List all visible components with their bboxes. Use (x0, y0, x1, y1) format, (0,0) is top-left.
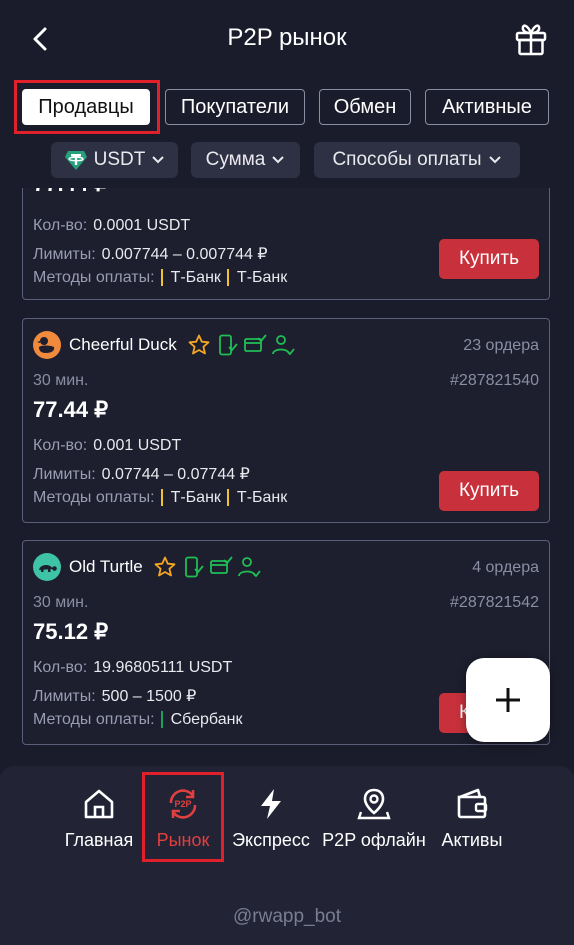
svg-text:P2P: P2P (174, 799, 191, 809)
seller-name: Cheerful Duck (69, 335, 177, 354)
seller-name: Old Turtle (69, 557, 143, 576)
limits-row: Лимиты: 0.07744 – 0.07744 ₽ (33, 466, 250, 483)
nav-p2p-offline[interactable]: P2P офлайн (319, 786, 429, 851)
qty-row: Кол-во: 0.001 USDT (33, 437, 182, 454)
buy-button[interactable]: Купить (439, 239, 539, 279)
nav-express[interactable]: Экспресс (216, 786, 326, 851)
order-id: #287821542 (450, 594, 539, 611)
lightning-icon (261, 789, 281, 819)
card-verified-icon (243, 334, 267, 352)
home-icon (84, 789, 114, 819)
chevron-down-icon (488, 156, 501, 164)
amount-filter[interactable]: Сумма (191, 142, 300, 178)
turtle-icon (39, 564, 57, 572)
tab-exchange[interactable]: Обмен (319, 89, 411, 125)
tab-active[interactable]: Активные (425, 89, 549, 125)
currency-filter-label: USDT (93, 149, 146, 170)
chevron-down-icon (152, 156, 165, 164)
page-title: P2P рынок (227, 24, 347, 51)
gift-icon[interactable] (512, 20, 550, 58)
methods-row: Методы оплаты: Т-Банк Т-Банк (33, 269, 288, 286)
nav-express-label: Экспресс (232, 830, 310, 850)
payment-filter[interactable]: Способы оплаты (314, 142, 520, 178)
order-count: 4 ордера (472, 559, 539, 576)
p2p-exchange-icon: P2P (169, 789, 197, 819)
methods-row: Методы оплаты: Т-Банк Т-Банк (33, 489, 288, 506)
amount-filter-label: Сумма (205, 149, 266, 170)
header: P2P рынок (0, 0, 574, 78)
nav-assets[interactable]: Активы (417, 786, 527, 851)
order-count: 23 ордера (463, 337, 539, 354)
turtle-avatar (33, 553, 61, 581)
user-verified-icon (271, 335, 295, 356)
currency-filter[interactable]: USDT (51, 142, 178, 178)
star-icon[interactable] (153, 555, 177, 579)
bot-handle: @rwapp_bot (232, 906, 342, 927)
payment-filter-label: Способы оплаты (332, 149, 482, 170)
buy-button[interactable]: Купить (439, 471, 539, 511)
nav-market-label: Рынок (156, 830, 210, 850)
limits-row: Лимиты: 0.007744 – 0.007744 ₽ (33, 246, 268, 263)
user-verified-icon (237, 557, 261, 578)
tab-buyers[interactable]: Покупатели (165, 89, 305, 125)
duck-avatar (33, 331, 61, 359)
phone-verified-icon (184, 556, 204, 578)
nav-p2p-offline-label: P2P офлайн (322, 830, 426, 850)
nav-assets-label: Активы (441, 830, 503, 850)
seller-info[interactable]: Old Turtle (33, 553, 261, 581)
offer-price: 77.44 ₽ (33, 397, 109, 422)
qty-row: Кол-во: 0.0001 USDT (33, 217, 191, 234)
offer-card: Cheerful Duck 23 ордера 30 мин. #2878215… (22, 318, 550, 523)
star-icon[interactable] (187, 333, 211, 357)
nav-home-label: Главная (64, 830, 134, 850)
map-pin-icon (357, 788, 391, 820)
seller-info[interactable]: Cheerful Duck (33, 331, 295, 359)
offer-price: 77.44 ₽ (33, 188, 108, 197)
qty-row: Кол-во: 19.96805111 USDT (33, 659, 233, 676)
offer-price: 75.12 ₽ (33, 619, 109, 644)
payment-time: 30 мин. (33, 372, 89, 389)
order-id: #287821540 (450, 372, 539, 389)
filters: USDT Сумма Способы оплаты (0, 142, 574, 178)
methods-row: Методы оплаты: Сбербанк (33, 711, 243, 728)
bottom-nav: Главная P2P Рынок Экспресс P2P офлайн Ак… (0, 766, 574, 945)
payment-time: 30 мин. (33, 594, 89, 611)
offer-card: 77.44 ₽ Кол-во:0.0001 USDT Лимиты:0.0077… (22, 188, 550, 300)
tether-icon (64, 151, 87, 170)
card-verified-icon (209, 556, 233, 574)
tab-sellers[interactable]: Продавцы (22, 89, 150, 125)
wallet-icon (457, 788, 488, 819)
limits-row: Лимиты: 500 – 1500 ₽ (33, 688, 197, 705)
duck-icon (37, 337, 55, 353)
phone-verified-icon (218, 334, 238, 356)
chevron-down-icon (272, 156, 285, 164)
add-offer-button[interactable] (466, 658, 550, 742)
plus-icon (496, 688, 520, 712)
